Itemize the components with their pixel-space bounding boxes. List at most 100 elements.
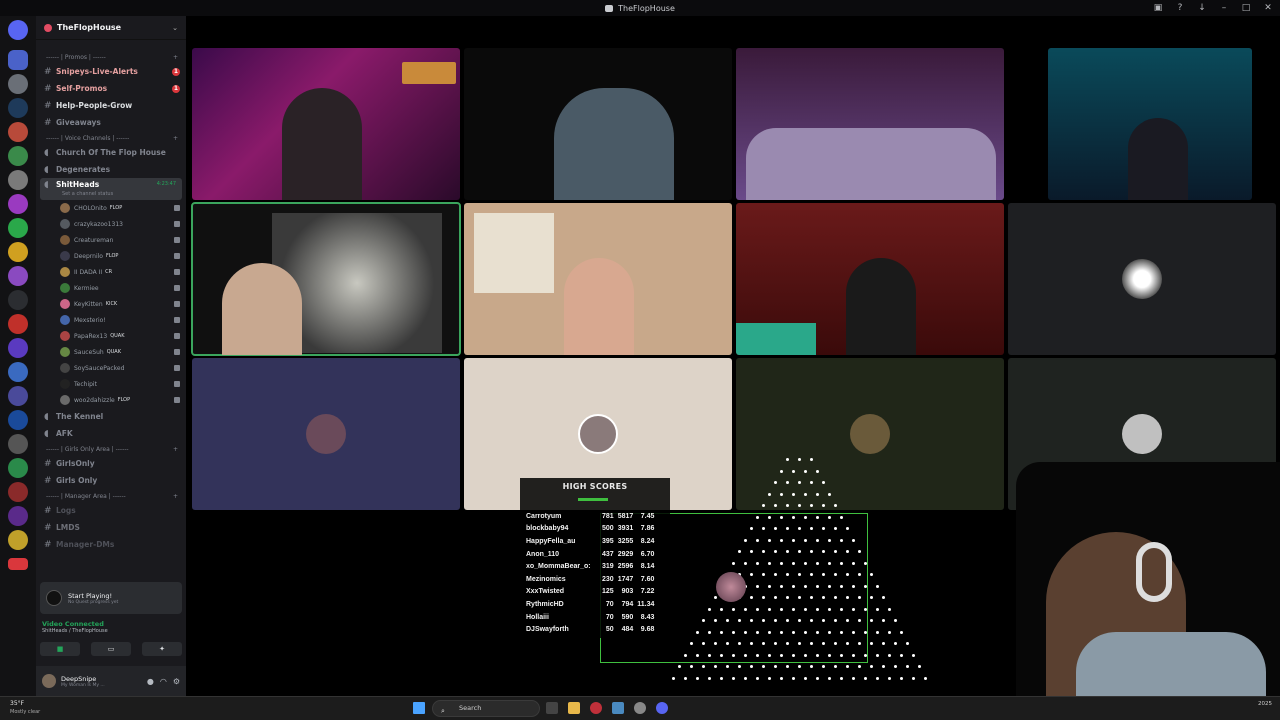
server-icon[interactable] (8, 482, 28, 502)
avatar[interactable] (42, 674, 56, 688)
voice-user[interactable]: crazykazoo1313 (36, 216, 186, 232)
avatar-tile[interactable] (192, 358, 460, 510)
voice-channel-afk[interactable]: ◖ AFK (36, 425, 186, 442)
voice-channel-degenerates[interactable]: ◖ Degenerates (36, 161, 186, 178)
minimize-button[interactable]: – (1218, 2, 1230, 14)
channel-girls-only[interactable]: # Girls Only (36, 472, 186, 489)
server-header[interactable]: TheFlopHouse ⌄ (36, 16, 186, 40)
server-icon[interactable] (8, 122, 28, 142)
connection-location[interactable]: ShitHeads / TheFlopHouse (42, 628, 180, 634)
direct-messages-icon[interactable] (8, 20, 28, 40)
voice-user[interactable]: CHOLOnito FLOP (36, 200, 186, 216)
server-icon[interactable] (8, 506, 28, 526)
voice-channel-church[interactable]: ◖ Church Of The Flop House (36, 144, 186, 161)
chevron-down-icon[interactable]: ⌄ (172, 24, 178, 32)
voice-user[interactable]: SauceSuh QUAK (36, 344, 186, 360)
taskbar-search[interactable]: ⌕ Search (432, 700, 540, 717)
server-icon[interactable] (8, 146, 28, 166)
file-explorer-icon[interactable] (568, 702, 580, 714)
video-tile[interactable] (1048, 48, 1252, 200)
voice-user-name: Creatureman (74, 236, 114, 244)
voice-user[interactable]: PapaRex13 QUAK (36, 328, 186, 344)
inbox-icon[interactable]: ▣ (1152, 2, 1164, 14)
voice-channel-shitheads[interactable]: ◖ ShitHeads 4:23:47 Set a channel status (40, 178, 182, 200)
server-icon[interactable] (8, 434, 28, 454)
camera-button[interactable]: ■ (40, 642, 80, 656)
avatar-tile[interactable] (736, 358, 1004, 510)
voice-user[interactable]: KeyKitten KICK (36, 296, 186, 312)
channel-girlsonly[interactable]: # GirlsOnly (36, 455, 186, 472)
video-tile[interactable] (192, 48, 460, 200)
maximize-button[interactable]: □ (1240, 2, 1252, 14)
channel-logs[interactable]: # Logs (36, 502, 186, 519)
channel-snipeys-live-alerts[interactable]: # Snipeys-Live-Alerts 1 (36, 63, 186, 80)
discord-icon[interactable] (656, 702, 668, 714)
download-icon[interactable]: ↓ (1196, 2, 1208, 14)
add-channel-icon[interactable]: + (173, 446, 178, 453)
weather-widget[interactable]: 35°F Mostly clear (10, 700, 40, 716)
app-icon[interactable] (612, 702, 624, 714)
server-icon[interactable] (8, 194, 28, 214)
server-icon[interactable] (8, 242, 28, 262)
start-button[interactable] (413, 702, 425, 714)
username[interactable]: DeepSnipe (61, 675, 105, 683)
server-icon[interactable] (8, 338, 28, 358)
voice-user[interactable]: Deeprnilo FLOP (36, 248, 186, 264)
video-tile[interactable] (736, 203, 1004, 355)
category-voice[interactable]: ------ | Voice Channels | ------ + (36, 133, 186, 144)
channel-manager-dms[interactable]: # Manager-DMs (36, 536, 186, 553)
microphone-icon[interactable]: ● (147, 677, 154, 686)
channel-status[interactable]: Set a channel status (62, 191, 113, 197)
add-channel-icon[interactable]: + (173, 493, 178, 500)
server-icon[interactable] (8, 98, 28, 118)
server-icon[interactable] (8, 386, 28, 406)
server-icon[interactable] (8, 410, 28, 430)
category-manager[interactable]: ------ | Manager Area | ------ + (36, 491, 186, 502)
channel-help-people-grow[interactable]: # Help-People-Grow (36, 97, 186, 114)
voice-user[interactable]: Creatureman (36, 232, 186, 248)
gear-icon[interactable]: ⚙ (173, 677, 180, 686)
server-icon[interactable] (8, 218, 28, 238)
server-icon[interactable] (8, 362, 28, 382)
close-button[interactable]: ✕ (1262, 2, 1274, 14)
category-promos[interactable]: ------ | Promos | ------ + (36, 52, 186, 63)
server-icon[interactable] (8, 170, 28, 190)
system-tray[interactable]: 2025 (1258, 701, 1272, 707)
server-icon[interactable] (8, 458, 28, 478)
server-icon[interactable] (8, 74, 28, 94)
plinko-peg (762, 596, 765, 599)
voice-channel-the-kennel[interactable]: ◖ The Kennel (36, 408, 186, 425)
voice-user[interactable]: woo2dahizzle FLOP (36, 392, 186, 408)
screen-share-button[interactable]: ▭ (91, 642, 131, 656)
server-icon[interactable] (8, 530, 28, 550)
voice-user[interactable]: Techipit (36, 376, 186, 392)
voice-user[interactable]: SoySaucePacked (36, 360, 186, 376)
channel-self-promos[interactable]: # Self-Promos 1 (36, 80, 186, 97)
voice-user[interactable]: Kermiee (36, 280, 186, 296)
help-icon[interactable]: ? (1174, 2, 1186, 14)
headphones-icon[interactable]: ◠ (160, 677, 167, 686)
high-score-row: Carrotyum 781 5817 7.45 (524, 510, 656, 523)
video-tile[interactable] (736, 48, 1004, 200)
channel-giveaways[interactable]: # Giveaways (36, 114, 186, 131)
server-icon[interactable] (8, 50, 28, 70)
quest-activity-card[interactable]: Start Playing! No Quest progress yet (40, 582, 182, 614)
server-icon[interactable] (8, 266, 28, 286)
app-icon[interactable] (590, 702, 602, 714)
category-girls-only[interactable]: ------ | Girls Only Area | ------ + (36, 444, 186, 455)
settings-icon[interactable] (634, 702, 646, 714)
video-tile-speaking[interactable] (191, 202, 461, 356)
channel-lmds[interactable]: # LMDS (36, 519, 186, 536)
video-tile[interactable] (464, 203, 732, 355)
avatar-tile[interactable] (1008, 203, 1276, 355)
add-channel-icon[interactable]: + (173, 54, 178, 61)
voice-user[interactable]: II DADA II CR (36, 264, 186, 280)
task-view-icon[interactable] (546, 702, 558, 714)
connection-status[interactable]: Video Connected (42, 620, 180, 628)
video-tile[interactable] (464, 48, 732, 200)
activities-button[interactable]: ✦ (142, 642, 182, 656)
add-channel-icon[interactable]: + (173, 135, 178, 142)
server-icon[interactable] (8, 290, 28, 310)
voice-user[interactable]: Mexsterio! (36, 312, 186, 328)
server-icon[interactable] (8, 314, 28, 334)
